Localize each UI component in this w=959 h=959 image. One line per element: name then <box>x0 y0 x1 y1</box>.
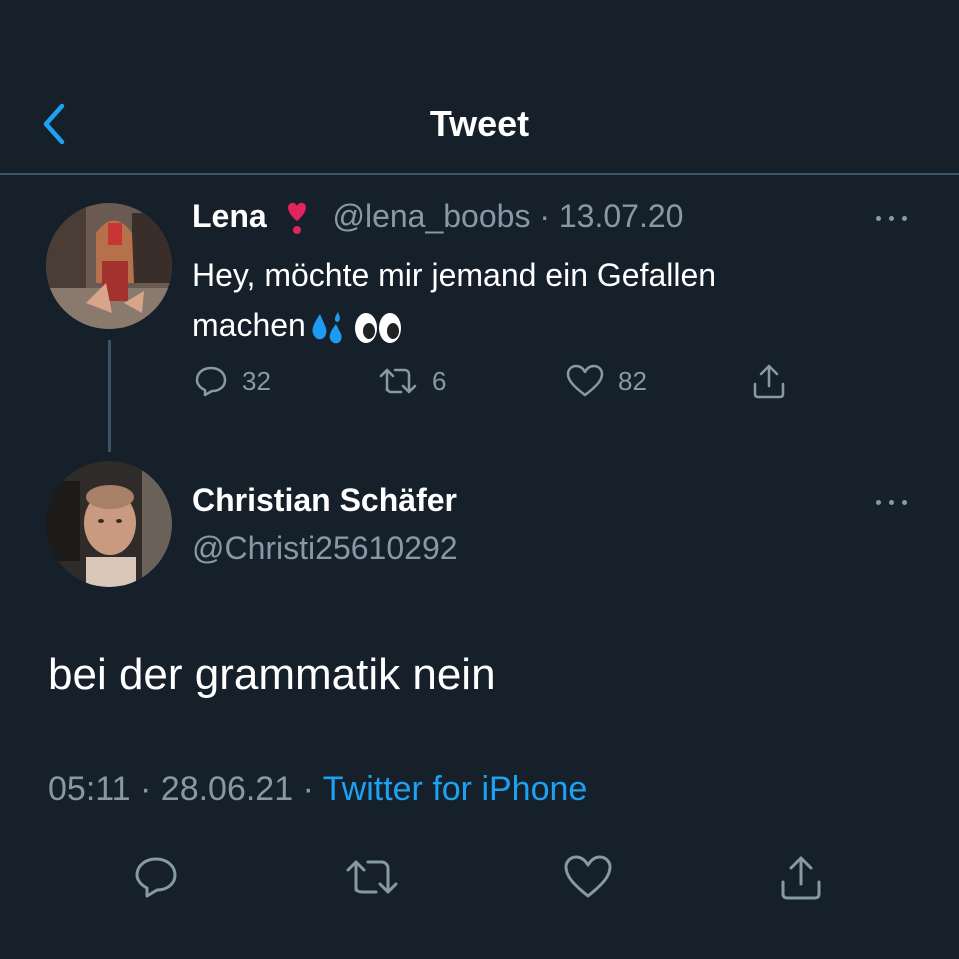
reply-handle[interactable]: @Christi25610292 <box>192 530 458 567</box>
parent-tweet-header: Lena @lena_boobs · 13.07.20 <box>192 198 683 237</box>
avatar-christian[interactable] <box>46 461 172 587</box>
reply-icon <box>195 366 227 397</box>
reply-count: 32 <box>242 365 271 396</box>
tweet-meta: 05:11 · 28.06.21 · Twitter for iPhone <box>48 770 587 809</box>
header-bar: Tweet <box>0 0 959 175</box>
separator: · <box>130 770 161 808</box>
tweet-source-link[interactable]: Twitter for iPhone <box>323 770 588 808</box>
like-button[interactable] <box>563 854 613 900</box>
heart-icon <box>566 364 604 397</box>
tweet-date: 28.06.21 <box>160 770 294 808</box>
reply-more-options-button[interactable] <box>872 492 912 512</box>
parent-tweet-text: Hey, möchte mir jemand ein Gefallen mach… <box>192 250 832 350</box>
avatar-lena[interactable] <box>46 203 172 329</box>
parent-handle[interactable]: @lena_boobs <box>332 198 530 234</box>
reply-icon <box>135 857 177 898</box>
reply-button[interactable] <box>133 854 179 900</box>
eyes-icon <box>354 312 401 343</box>
reply-tweet-text: bei der grammatik nein <box>48 650 496 699</box>
parent-share-button[interactable] <box>750 362 788 400</box>
parent-like-button[interactable]: 82 <box>566 364 647 398</box>
reply-author-name[interactable]: Christian Schäfer <box>192 482 457 519</box>
retweet-icon <box>346 860 398 894</box>
retweet-icon <box>379 368 417 394</box>
parent-retweet-button[interactable]: 6 <box>378 364 446 398</box>
parent-reply-button[interactable]: 32 <box>194 364 271 398</box>
heart-icon <box>564 855 612 898</box>
heart-exclamation-icon <box>287 202 306 234</box>
retweet-count: 6 <box>432 365 447 396</box>
more-options-button[interactable] <box>872 208 912 228</box>
share-icon <box>753 364 785 399</box>
header-divider <box>0 173 959 175</box>
page-title: Tweet <box>429 103 530 144</box>
separator: · <box>530 198 559 234</box>
tweet-time: 05:11 <box>48 770 131 808</box>
parent-tweet-body: Hey, möchte mir jemand ein Gefallen mach… <box>192 257 717 343</box>
share-button[interactable] <box>777 854 825 900</box>
avatar-photo <box>46 461 172 587</box>
separator: · <box>293 770 323 808</box>
parent-date[interactable]: 13.07.20 <box>559 198 684 234</box>
avatar-photo <box>46 203 172 329</box>
sweat-droplets-icon <box>312 311 342 343</box>
share-icon <box>781 856 821 900</box>
retweet-button[interactable] <box>344 854 400 900</box>
thread-line <box>108 340 111 452</box>
like-count: 82 <box>618 365 647 396</box>
parent-author-name[interactable]: Lena <box>192 198 267 234</box>
